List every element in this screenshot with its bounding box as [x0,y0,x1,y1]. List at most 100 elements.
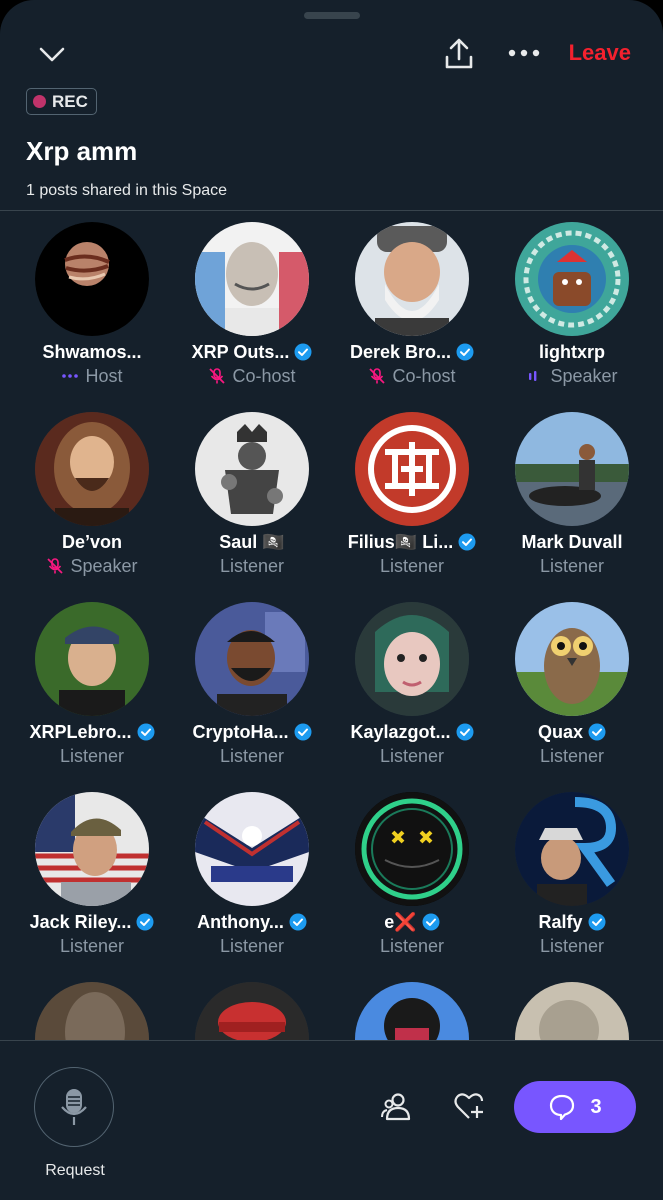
verified-badge-icon [458,533,476,551]
footer-divider [0,1040,663,1041]
people-icon[interactable] [380,1090,414,1124]
participant-card[interactable]: XRP Outs... Co-host [172,222,332,412]
avatar[interactable] [355,792,469,906]
participant-card[interactable]: Kaylazgot... Listener [332,602,492,792]
verified-badge-icon [294,343,312,361]
participant-card[interactable] [492,982,652,1040]
avatar[interactable] [35,602,149,716]
participant-card[interactable]: De’von Speaker [12,412,172,602]
participant-name: De’von [61,531,122,552]
participant-name: lightxrp [539,341,605,362]
heart-plus-icon[interactable] [452,1090,486,1124]
space-title: Xrp amm [26,136,138,166]
avatar[interactable] [195,412,309,526]
participant-card[interactable]: Ralfy Listener [492,792,652,982]
more-icon[interactable] [506,40,542,66]
participant-name: Anthony... [197,911,284,932]
participant-name: e❌ [384,911,417,932]
chat-bubble-icon [550,1094,575,1121]
participant-card[interactable]: lightxrp Speaker [492,222,652,412]
participant-name: Kaylazgot... [350,721,451,742]
avatar[interactable] [195,222,309,336]
participant-role: Listener [59,745,125,766]
participant-card[interactable]: Jack Riley... Listener [12,792,172,982]
chat-count: 3 [590,1095,602,1118]
participant-name: XRPLebro... [29,721,132,742]
participant-role: Host [85,365,123,386]
participant-role: Listener [219,555,285,576]
rec-label: REC [52,91,88,111]
request-button[interactable] [34,1067,114,1147]
participant-card[interactable] [172,982,332,1040]
mic-muted-icon [209,368,226,384]
participant-card[interactable] [332,982,492,1040]
participant-name: Mark Duvall [521,531,623,552]
divider [0,210,663,211]
participant-card[interactable]: Derek Bro... Co-host [332,222,492,412]
participant-role: Listener [219,935,285,956]
participant-card[interactable]: Filius🏴‍☠️ Li... Listener [332,412,492,602]
avatar[interactable] [355,602,469,716]
chat-button[interactable]: 3 [514,1081,636,1133]
participant-name: XRP Outs... [191,341,290,362]
participant-card[interactable]: e❌ Listener [332,792,492,982]
participant-name: Filius🏴‍☠️ Li... [347,531,454,552]
participant-role: Speaker [70,555,138,576]
participant-name: Derek Bro... [349,341,452,362]
drag-handle[interactable] [304,12,360,19]
request-label: Request [45,1162,105,1179]
avatar[interactable] [515,222,629,336]
avatar[interactable] [355,412,469,526]
mic-muted-icon [369,368,386,384]
participant-card[interactable] [12,982,172,1040]
avatar[interactable] [515,412,629,526]
participant-role: Listener [379,555,445,576]
verified-badge-icon [294,723,311,741]
verified-badge-icon [588,913,605,931]
space-sheet: Leave REC Xrp amm 1 posts shared in this… [0,0,663,1200]
participant-role: Listener [539,555,605,576]
avatar[interactable] [195,982,309,1040]
participant-card[interactable]: Saul 🏴‍☠️ Listener [172,412,332,602]
participant-card[interactable]: Quax Listener [492,602,652,792]
avatar[interactable] [195,792,309,906]
verified-badge-icon [456,723,474,741]
verified-badge-icon [136,913,154,931]
avatar[interactable] [35,792,149,906]
avatar[interactable] [195,602,309,716]
avatar[interactable] [35,412,149,526]
participant-card[interactable]: Mark Duvall Listener [492,412,652,602]
avatar[interactable] [515,982,629,1040]
participant-role: Co-host [392,365,456,386]
participant-role: Listener [379,935,445,956]
avatar[interactable] [35,222,149,336]
participants-grid: Shwamos... Host XRP Outs... Co-host Dere… [12,222,652,1040]
mic-muted-icon [47,558,64,574]
participant-card[interactable]: Shwamos... Host [12,222,172,412]
avatar[interactable] [35,982,149,1040]
participant-card[interactable]: CryptoHa... Listener [172,602,332,792]
participant-role: Listener [539,745,605,766]
avatar[interactable] [515,792,629,906]
participant-role: Listener [219,745,285,766]
participant-name: Saul 🏴‍☠️ [219,531,285,552]
participant-role: Co-host [232,365,296,386]
recording-badge: REC [26,88,97,115]
verified-badge-icon [137,723,154,741]
chevron-down-icon[interactable] [36,38,68,70]
record-dot-icon [33,95,46,108]
top-bar [0,30,663,80]
participant-name: CryptoHa... [192,721,289,742]
verified-badge-icon [289,913,307,931]
leave-button[interactable]: Leave [569,40,631,66]
avatar[interactable] [515,602,629,716]
verified-badge-icon [588,723,606,741]
share-icon[interactable] [442,36,476,72]
participant-name: Shwamos... [42,341,142,362]
avatar[interactable] [355,982,469,1040]
speaking-bars-icon [529,371,537,381]
participant-card[interactable]: XRPLebro... Listener [12,602,172,792]
posts-shared-link[interactable]: 1 posts shared in this Space [26,182,227,200]
participant-card[interactable]: Anthony... Listener [172,792,332,982]
avatar[interactable] [355,222,469,336]
